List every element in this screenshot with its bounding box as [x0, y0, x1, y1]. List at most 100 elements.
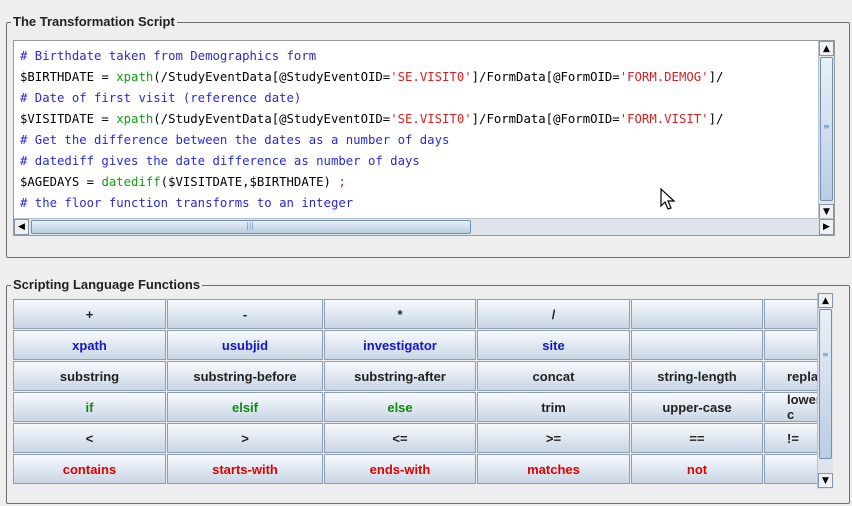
- function-button[interactable]: substring-after: [324, 361, 476, 391]
- functions-vertical-thumb[interactable]: ≡: [819, 309, 832, 459]
- script-token: ]/FormData[@FormOID=: [471, 70, 620, 84]
- function-button[interactable]: substring: [13, 361, 166, 391]
- function-button-label: substring-before: [193, 368, 297, 384]
- function-button-label: string-length: [657, 368, 737, 384]
- script-token: 'SE.VISIT0': [390, 70, 472, 84]
- function-button[interactable]: ==: [631, 423, 763, 453]
- function-button[interactable]: if: [13, 392, 166, 422]
- function-button[interactable]: investigator: [324, 330, 476, 360]
- function-button[interactable]: string-length: [631, 361, 763, 391]
- script-token: (/StudyEventData[@StudyEventOID=: [153, 70, 391, 84]
- script-token: # Birthdate taken from Demographics form: [20, 49, 317, 63]
- function-button[interactable]: >=: [477, 423, 630, 453]
- function-button[interactable]: *: [324, 299, 476, 329]
- script-editor[interactable]: # Birthdate taken from Demographics form…: [13, 40, 835, 236]
- function-button[interactable]: substring-before: [167, 361, 323, 391]
- editor-vertical-scrollbar[interactable]: ▲ ≡ ▼: [818, 41, 834, 219]
- down-arrow-icon[interactable]: ▼: [818, 473, 833, 488]
- up-arrow-icon[interactable]: ▲: [819, 41, 834, 56]
- function-button-label: not: [686, 461, 708, 477]
- function-button[interactable]: [631, 330, 763, 360]
- script-token: # Date of first visit (reference date): [20, 91, 302, 105]
- script-token: ;: [338, 175, 346, 189]
- script-token: # Get the difference between the dates a…: [20, 133, 450, 147]
- script-token: $BIRTHDATE =: [20, 70, 117, 84]
- function-button[interactable]: !=: [764, 423, 824, 453]
- function-button-label: -: [242, 306, 248, 322]
- function-button[interactable]: [764, 330, 824, 360]
- function-button[interactable]: <=: [324, 423, 476, 453]
- editor-vertical-thumb[interactable]: ≡: [820, 57, 833, 201]
- function-button[interactable]: [631, 299, 763, 329]
- script-line: # Get the difference between the dates a…: [20, 133, 449, 147]
- script-line: $AGEDAYS = datediff($VISITDATE,$BIRTHDAT…: [20, 175, 346, 189]
- function-button[interactable]: site: [477, 330, 630, 360]
- script-token: # the floor function transforms to an in…: [20, 196, 354, 210]
- function-button[interactable]: not: [631, 454, 763, 484]
- script-token: datediff: [101, 175, 161, 189]
- functions-grid: + - * / xpath usubjid investigator site substrin…: [13, 293, 833, 489]
- script-token: xpath: [116, 70, 154, 84]
- function-button-label: substring-after: [354, 368, 446, 384]
- function-button-label: !=: [787, 430, 799, 446]
- function-button-label: repla: [787, 368, 819, 384]
- function-button-label: >: [241, 430, 249, 446]
- script-token: (/StudyEventData[@StudyEventOID=: [153, 112, 391, 126]
- function-button[interactable]: ends-with: [324, 454, 476, 484]
- function-button[interactable]: -: [167, 299, 323, 329]
- script-token: $AGEDAYS =: [20, 175, 102, 189]
- function-button[interactable]: trim: [477, 392, 630, 422]
- script-line: # Birthdate taken from Demographics form: [20, 49, 316, 63]
- script-line: # Date of first visit (reference date): [20, 91, 301, 105]
- function-button[interactable]: <: [13, 423, 166, 453]
- function-button[interactable]: xpath: [13, 330, 166, 360]
- function-button-label: contains: [62, 461, 117, 477]
- script-token: ]/FormData[@FormOID=: [471, 112, 620, 126]
- left-arrow-icon[interactable]: ◀: [14, 219, 29, 235]
- function-button[interactable]: repla: [764, 361, 824, 391]
- script-line: $VISITDATE = xpath(/StudyEventData[@Stud…: [20, 112, 723, 126]
- script-line: $BIRTHDATE = xpath(/StudyEventData[@Stud…: [20, 70, 723, 84]
- script-token: 'FORM.DEMOG': [619, 70, 709, 84]
- function-button[interactable]: contains: [13, 454, 166, 484]
- function-button[interactable]: elsif: [167, 392, 323, 422]
- function-button-label: matches: [527, 461, 580, 477]
- function-button[interactable]: lower-c: [764, 392, 825, 422]
- script-token: 'FORM.VISIT': [619, 112, 709, 126]
- script-token: ]/: [708, 70, 724, 84]
- script-token: ($VISITDATE,$BIRTHDATE): [160, 175, 339, 189]
- transformation-script-title: The Transformation Script: [11, 14, 177, 30]
- up-arrow-icon[interactable]: ▲: [818, 293, 833, 308]
- function-button-label: xpath: [72, 337, 107, 353]
- function-button-label: /: [551, 306, 556, 322]
- functions-title: Scripting Language Functions: [11, 277, 203, 293]
- function-button[interactable]: concat: [477, 361, 630, 391]
- script-line: # datediff gives the date difference as …: [20, 154, 420, 168]
- functions-vertical-scrollbar[interactable]: ▲ ≡ ▼: [817, 293, 833, 489]
- function-button[interactable]: [764, 299, 824, 329]
- script-token: # datediff gives the date difference as …: [20, 154, 420, 168]
- function-button[interactable]: /: [477, 299, 630, 329]
- function-button-label: ==: [689, 430, 705, 446]
- function-button-label: upper-case: [662, 399, 732, 415]
- editor-horizontal-thumb[interactable]: |||: [31, 220, 471, 234]
- editor-horizontal-scrollbar[interactable]: ◀ ||| ▶: [14, 218, 834, 235]
- function-button-label: site: [542, 337, 565, 353]
- function-button[interactable]: else: [324, 392, 476, 422]
- function-button[interactable]: +: [13, 299, 166, 329]
- function-button-label: usubjid: [221, 337, 269, 353]
- function-button-label: >=: [545, 430, 562, 446]
- function-button[interactable]: >: [167, 423, 323, 453]
- function-button-label: *: [397, 306, 403, 322]
- function-button[interactable]: usubjid: [167, 330, 323, 360]
- function-button-label: ends-with: [369, 461, 431, 477]
- right-arrow-icon[interactable]: ▶: [819, 219, 834, 235]
- function-button-label: if: [85, 399, 94, 415]
- function-button[interactable]: upper-case: [631, 392, 763, 422]
- function-button[interactable]: [764, 454, 824, 484]
- function-button[interactable]: matches: [477, 454, 630, 484]
- down-arrow-icon[interactable]: ▼: [819, 204, 834, 219]
- mouse-pointer-icon: [660, 188, 676, 210]
- function-button-label: <: [85, 430, 94, 446]
- function-button[interactable]: starts-with: [167, 454, 323, 484]
